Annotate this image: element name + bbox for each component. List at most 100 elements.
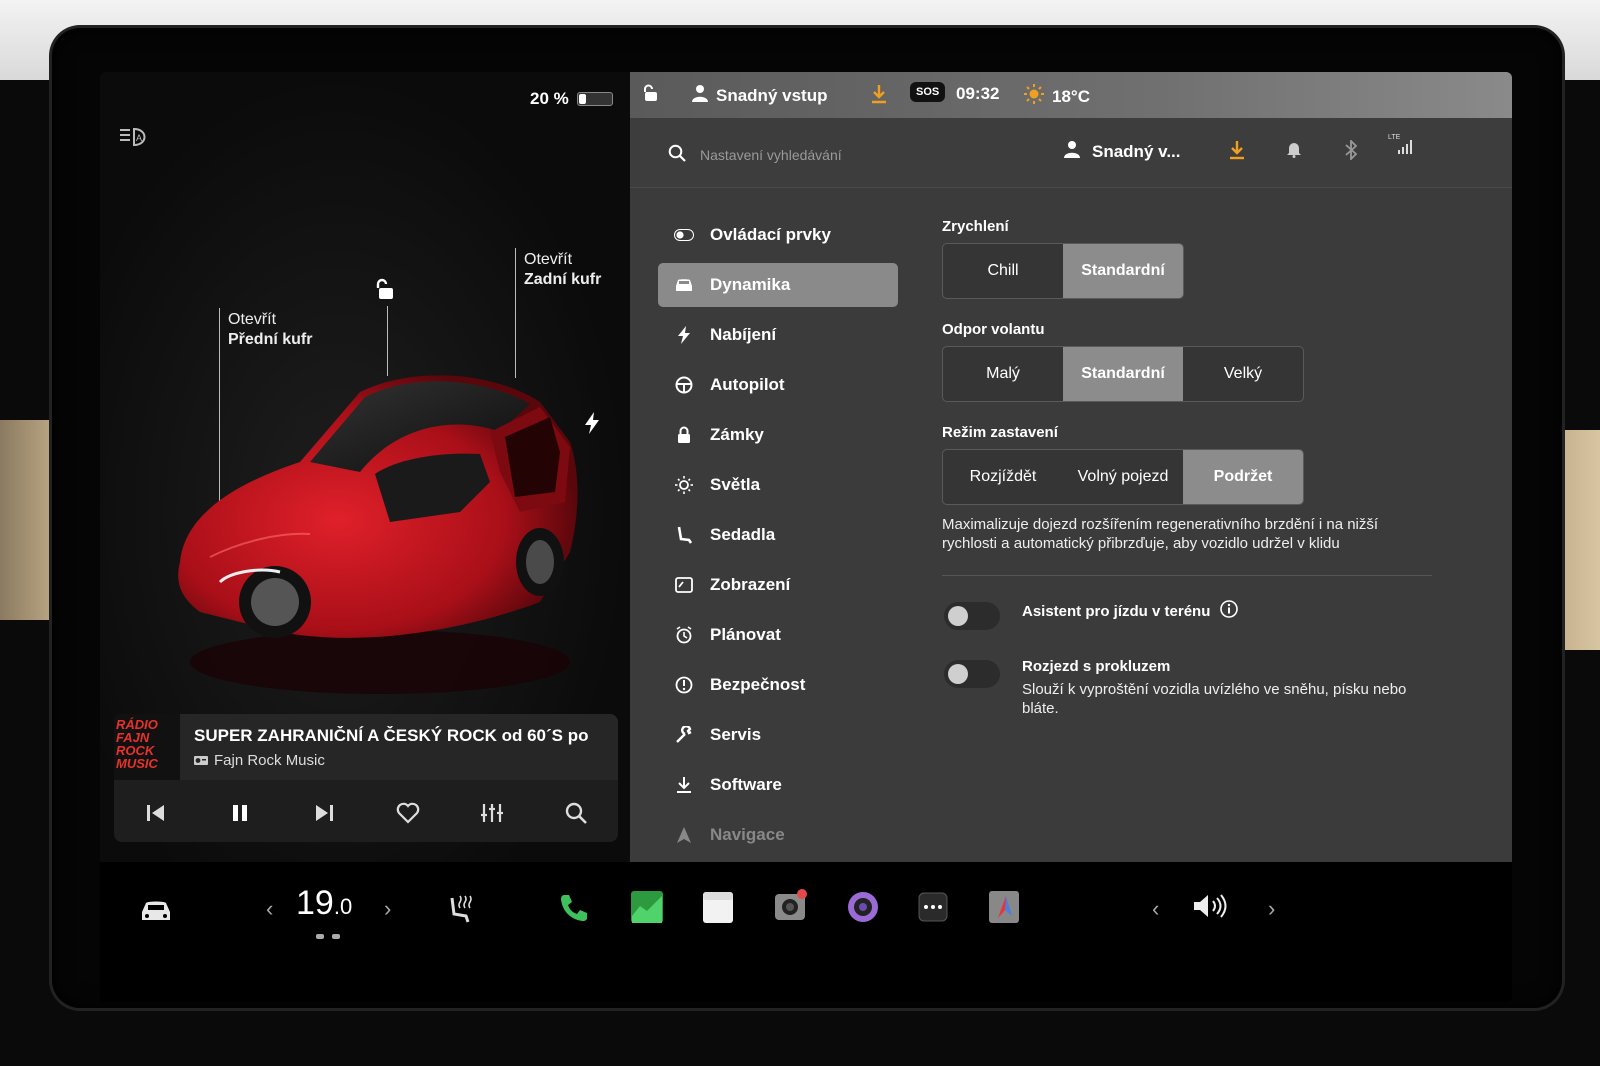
battery-icon [576, 92, 613, 106]
sidebar-item-label: Autopilot [710, 375, 785, 394]
sidebar-item-alarm-clock[interactable]: Plánovat [658, 610, 898, 660]
wrench-icon [674, 725, 694, 745]
seat-heater-icons [314, 932, 344, 944]
stopping-mode-description: Maximalizuje dojezd rozšířením regenerat… [942, 516, 1379, 552]
acceleration-option[interactable]: Chill [943, 244, 1063, 298]
profile-button[interactable]: Snadný v... [1064, 140, 1181, 163]
battery-status: 20 % [530, 89, 613, 109]
profile-status[interactable]: Snadný vstup [692, 84, 827, 107]
unlock-icon[interactable] [374, 278, 398, 307]
notification-bell-icon[interactable] [1286, 140, 1302, 163]
touchscreen: A 20 % Otevřít Přední kufr Otevřít Zadní… [100, 72, 1512, 1002]
sun-weather-icon [1024, 84, 1044, 109]
sidebar-item-navigation[interactable]: Navigace [658, 810, 898, 860]
previous-track-icon[interactable] [136, 793, 176, 833]
volume-up-arrow-icon[interactable]: › [1268, 896, 1275, 922]
steering-option[interactable]: Standardní [1063, 347, 1183, 401]
steering-wheel-icon [674, 375, 694, 395]
car-model-image[interactable] [160, 362, 610, 702]
radio-icon [194, 752, 208, 769]
front-trunk-callout[interactable]: Otevřít Přední kufr [228, 310, 312, 350]
next-track-icon[interactable] [304, 793, 344, 833]
sidebar-item-wrench[interactable]: Servis [658, 710, 898, 760]
volume-icon[interactable] [1192, 892, 1228, 920]
rear-trunk-label: Zadní kufr [524, 271, 602, 288]
auto-headlights-icon[interactable]: A [118, 126, 152, 148]
sidebar-item-label: Ovládací prvky [710, 225, 831, 244]
alarm-clock-icon [674, 625, 694, 645]
bluetooth-icon[interactable] [1344, 138, 1358, 165]
sidebar-item-steering-wheel[interactable]: Autopilot [658, 360, 898, 410]
search-icon [668, 144, 686, 165]
pause-icon[interactable] [220, 793, 260, 833]
sidebar-item-seat[interactable]: Sedadla [658, 510, 898, 560]
sidebar-item-alert-circle[interactable]: Bezpečnost [658, 660, 898, 710]
seat-heater-icon[interactable] [446, 894, 474, 924]
car-icon[interactable] [138, 898, 174, 924]
volume-down-arrow-icon[interactable]: ‹ [1152, 896, 1159, 922]
sidebar-item-display[interactable]: Zobrazení [658, 560, 898, 610]
stopping-option[interactable]: Rozjíždět [943, 450, 1063, 504]
favorite-heart-icon[interactable] [388, 793, 428, 833]
stopping-option[interactable]: Podržet [1183, 450, 1303, 504]
download-update-icon[interactable] [1228, 140, 1246, 165]
temp-up-arrow-icon[interactable]: › [384, 896, 391, 922]
alert-circle-icon [674, 675, 694, 695]
steering-option[interactable]: Velký [1183, 347, 1303, 401]
sidebar-item-download[interactable]: Software [658, 760, 898, 810]
acceleration-option[interactable]: Standardní [1063, 244, 1183, 298]
rear-trunk-open-label: Otevřít [524, 251, 573, 268]
sidebar-item-bolt[interactable]: Nabíjení [658, 310, 898, 360]
sidebar-item-label: Bezpečnost [710, 675, 806, 694]
sidebar-item-car[interactable]: Dynamika [658, 263, 898, 307]
sun-icon [674, 475, 694, 495]
stopping-option[interactable]: Volný pojezd [1063, 450, 1183, 504]
album-art: RÁDIO FAJN ROCK MUSIC [114, 714, 180, 780]
navigation-icon [674, 825, 694, 845]
camera-app-icon[interactable] [846, 890, 880, 924]
front-trunk-open-label: Otevřít [228, 311, 277, 328]
settings-search[interactable]: Nastavení vyhledávání [668, 144, 842, 165]
unlocked-status-icon[interactable] [642, 84, 660, 102]
profile-short-name: Snadný v... [1092, 141, 1181, 161]
toggle-knob [948, 606, 968, 626]
slip-start-row: Rozjezd s prokluzem Slouží k vyproštění … [942, 658, 1442, 738]
info-icon[interactable] [1220, 600, 1239, 622]
sidebar-item-toggle[interactable]: Ovládací prvky [658, 210, 898, 260]
temp-down-arrow-icon[interactable]: ‹ [266, 896, 273, 922]
dynamics-settings: Zrychlení Chill Standardní Odpor volantu … [942, 218, 1442, 738]
battery-fill [578, 94, 586, 104]
dashcam-app-icon[interactable] [774, 888, 808, 924]
calendar-app-icon[interactable] [702, 890, 734, 924]
media-search-icon[interactable] [556, 793, 596, 833]
sidebar-item-label: Sedadla [710, 525, 776, 544]
phone-icon[interactable] [558, 892, 590, 924]
sidebar-item-label: Navigace [710, 825, 785, 844]
slip-start-toggle[interactable] [944, 660, 1000, 688]
user-icon [1064, 140, 1080, 163]
navigation-app-icon[interactable] [988, 890, 1020, 924]
media-now-playing[interactable]: RÁDIO FAJN ROCK MUSIC SUPER ZAHRANIČNÍ A… [114, 714, 618, 780]
sos-button[interactable]: SOS [910, 82, 946, 102]
lte-signal-icon: LTE [1388, 134, 1414, 161]
cabin-temp-integer: 19 [296, 884, 334, 922]
station-name: Fajn Rock Music [214, 752, 325, 769]
software-update-icon[interactable] [870, 84, 888, 104]
steering-label: Odpor volantu [942, 321, 1045, 338]
energy-app-icon[interactable] [630, 890, 664, 924]
steering-option[interactable]: Malý [943, 347, 1063, 401]
more-apps-icon[interactable] [918, 892, 948, 922]
weather: 18°C [1024, 84, 1090, 109]
sidebar-item-sun[interactable]: Světla [658, 460, 898, 510]
rear-trunk-callout[interactable]: Otevřít Zadní kufr [524, 250, 601, 290]
settings-panel: Snadný vstup SOS 09:32 18°C Nastavení vy… [630, 72, 1512, 872]
sidebar-item-label: Servis [710, 725, 762, 744]
offroad-assist-label: Asistent pro jízdu v terénu [1022, 602, 1211, 620]
equalizer-icon[interactable] [472, 793, 512, 833]
offroad-assist-toggle[interactable] [944, 602, 1000, 630]
outside-temperature: 18°C [1052, 86, 1090, 106]
acceleration-label: Zrychlení [942, 218, 1009, 235]
sidebar-item-lock[interactable]: Zámky [658, 410, 898, 460]
cabin-temperature[interactable]: 19.0 [296, 884, 352, 923]
lock-icon [674, 425, 694, 445]
